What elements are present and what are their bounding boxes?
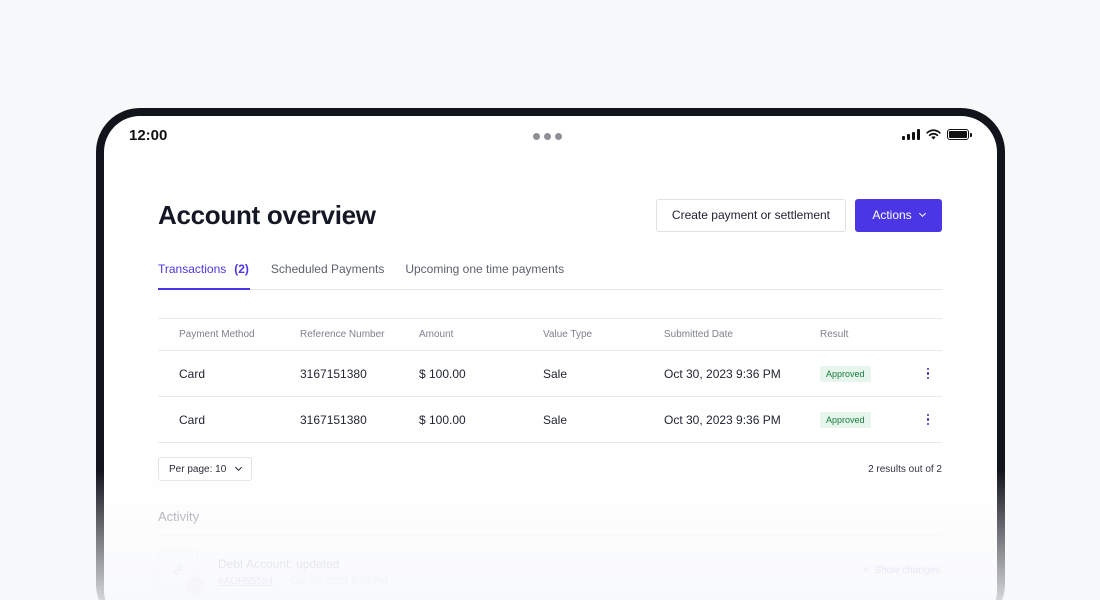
activity-section-title: Activity bbox=[158, 509, 942, 536]
actions-button-label: Actions bbox=[872, 208, 912, 222]
transactions-table: Payment Method Reference Number Amount V… bbox=[158, 318, 942, 443]
tab-transactions-count: (2) bbox=[234, 262, 249, 276]
column-header-payment-method: Payment Method bbox=[179, 329, 255, 340]
row-menu-button[interactable] bbox=[914, 413, 942, 426]
column-header-amount: Amount bbox=[419, 329, 454, 340]
table-row[interactable]: Card 3167151380 $ 100.00 Sale Oct 30, 20… bbox=[158, 351, 942, 397]
status-badge: Approved bbox=[820, 411, 871, 428]
tab-transactions-label: Transactions bbox=[158, 262, 227, 276]
status-time: 12:00 bbox=[129, 127, 168, 144]
cell-value-type: Sale bbox=[543, 412, 568, 427]
cell-value-type: Sale bbox=[543, 366, 568, 381]
results-count: 2 results out of 2 bbox=[868, 463, 942, 475]
more-vertical-icon bbox=[926, 413, 930, 426]
status-badge: Approved bbox=[820, 365, 871, 382]
wifi-icon bbox=[926, 129, 941, 140]
tab-bar: Transactions (2) Scheduled Payments Upco… bbox=[158, 258, 942, 290]
header-buttons: Create payment or settlement Actions bbox=[655, 198, 942, 232]
column-header-submitted-date: Submitted Date bbox=[664, 329, 733, 340]
chevron-down-icon bbox=[918, 209, 926, 218]
more-vertical-icon bbox=[926, 367, 930, 380]
cell-submitted-date: Oct 30, 2023 9:36 PM bbox=[664, 366, 781, 381]
show-changes-label: Show changes bbox=[874, 565, 940, 576]
column-header-result: Result bbox=[820, 329, 849, 340]
chevron-down-icon bbox=[235, 463, 243, 472]
column-header-reference-number: Reference Number bbox=[300, 329, 385, 340]
cell-amount: $ 100.00 bbox=[419, 366, 466, 381]
tab-upcoming-payments-label: Upcoming one time payments bbox=[405, 262, 565, 276]
plus-icon: + bbox=[862, 565, 869, 576]
create-payment-button[interactable]: Create payment or settlement bbox=[655, 198, 846, 232]
actions-button[interactable]: Actions bbox=[855, 198, 942, 232]
per-page-select[interactable]: Per page: 10 bbox=[158, 457, 253, 481]
show-changes-button[interactable]: + Show changes bbox=[863, 565, 940, 576]
tablet-frame: 12:00 Account overview Create payment or… bbox=[96, 108, 1005, 600]
cell-reference-number: 3167151380 bbox=[300, 412, 367, 427]
page-title: Account overview bbox=[158, 199, 376, 230]
activity-item: ✎ Debt Account: updated #AQH95584 Oct 30… bbox=[158, 550, 942, 600]
cell-reference-number: 3167151380 bbox=[300, 366, 367, 381]
tab-scheduled-payments-label: Scheduled Payments bbox=[270, 262, 385, 276]
table-row[interactable]: Card 3167151380 $ 100.00 Sale Oct 30, 20… bbox=[158, 397, 942, 443]
page-header: Account overview Create payment or settl… bbox=[158, 198, 942, 232]
tab-transactions[interactable]: Transactions (2) bbox=[158, 258, 250, 290]
table-footer: Per page: 10 2 results out of 2 bbox=[158, 457, 942, 481]
column-header-value-type: Value Type bbox=[543, 329, 593, 340]
status-icons bbox=[902, 129, 972, 140]
per-page-label: Per page: 10 bbox=[169, 463, 227, 475]
activity-text: Debt Account: updated #AQH95584 Oct 30, … bbox=[218, 557, 388, 587]
status-bar: 12:00 bbox=[104, 116, 997, 156]
activity-title: Debt Account: updated bbox=[218, 557, 340, 571]
account-overview-page: Account overview Create payment or settl… bbox=[158, 198, 942, 600]
row-menu-button[interactable] bbox=[914, 367, 942, 380]
tablet-screen: 12:00 Account overview Create payment or… bbox=[104, 116, 997, 600]
cell-submitted-date: Oct 30, 2023 9:36 PM bbox=[664, 412, 781, 427]
signal-icon bbox=[902, 129, 920, 140]
activity-meta: #AQH95584 Oct 30, 2023 9:36 PM bbox=[218, 576, 388, 587]
cell-amount: $ 100.00 bbox=[419, 412, 466, 427]
activity-account-link[interactable]: #AQH95584 bbox=[218, 576, 273, 587]
edit-icon: ✎ bbox=[186, 577, 204, 595]
cell-payment-method: Card bbox=[179, 412, 206, 427]
multitasking-dots-icon[interactable] bbox=[533, 133, 562, 140]
battery-icon bbox=[947, 129, 972, 140]
activity-date: Oct 30, 2023 9:36 PM bbox=[291, 576, 389, 587]
table-header-row: Payment Method Reference Number Amount V… bbox=[158, 319, 942, 351]
cell-payment-method: Card bbox=[179, 366, 206, 381]
tab-upcoming-payments[interactable]: Upcoming one time payments bbox=[405, 258, 564, 289]
tab-scheduled-payments[interactable]: Scheduled Payments bbox=[271, 258, 384, 289]
